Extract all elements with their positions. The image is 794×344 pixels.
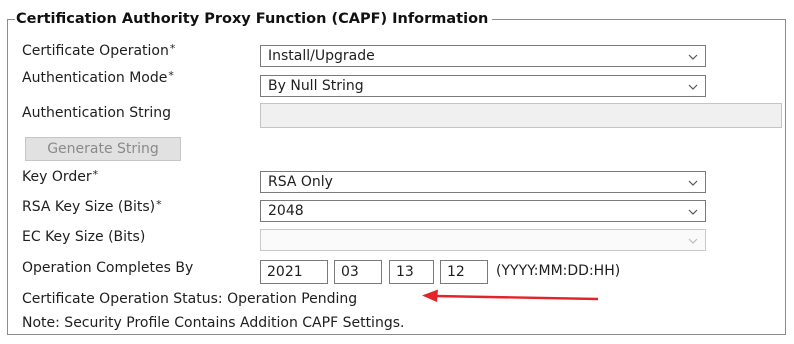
chevron-down-icon bbox=[686, 172, 700, 192]
auth-mode-label: Authentication Mode* bbox=[22, 69, 174, 86]
auth-mode-select[interactable]: By Null String bbox=[260, 75, 706, 97]
key-order-value: RSA Only bbox=[268, 174, 333, 190]
operation-completes-label: Operation Completes By bbox=[22, 260, 194, 276]
rsa-key-size-label: RSA Key Size (Bits)* bbox=[22, 198, 162, 215]
required-mark: * bbox=[168, 69, 174, 82]
key-order-label: Key Order* bbox=[22, 168, 99, 185]
hour-input[interactable]: 12 bbox=[440, 260, 488, 284]
cert-operation-label: Certificate Operation* bbox=[22, 42, 176, 59]
section-title: Certification Authority Proxy Function (… bbox=[15, 9, 493, 29]
auth-string-input[interactable] bbox=[260, 103, 782, 128]
chevron-down-icon bbox=[686, 76, 700, 96]
rsa-key-size-value: 2048 bbox=[268, 203, 304, 219]
month-input[interactable]: 03 bbox=[334, 260, 382, 284]
chevron-down-icon bbox=[686, 230, 700, 250]
year-input[interactable]: 2021 bbox=[260, 260, 328, 284]
cert-operation-status: Certificate Operation Status: Operation … bbox=[22, 290, 357, 308]
cert-operation-value: Install/Upgrade bbox=[268, 48, 375, 64]
security-profile-note: Note: Security Profile Contains Addition… bbox=[22, 315, 405, 331]
status-value: Operation Pending bbox=[227, 291, 358, 307]
ec-key-size-select[interactable] bbox=[260, 229, 706, 251]
chevron-down-icon bbox=[686, 201, 700, 221]
arrow-left-icon bbox=[422, 289, 599, 302]
required-mark: * bbox=[156, 198, 162, 211]
auth-mode-value: By Null String bbox=[268, 78, 364, 94]
required-mark: * bbox=[169, 42, 176, 55]
generate-string-button[interactable]: Generate String bbox=[25, 137, 181, 161]
ec-key-size-label: EC Key Size (Bits) bbox=[22, 229, 146, 245]
status-label: Certificate Operation Status: bbox=[22, 291, 223, 307]
cert-operation-select[interactable]: Install/Upgrade bbox=[260, 45, 706, 67]
required-mark: * bbox=[92, 168, 99, 181]
rsa-key-size-select[interactable]: 2048 bbox=[260, 200, 706, 222]
day-input[interactable]: 13 bbox=[389, 260, 434, 284]
key-order-select[interactable]: RSA Only bbox=[260, 171, 706, 193]
date-format-hint: (YYYY:MM:DD:HH) bbox=[496, 263, 621, 279]
auth-string-label: Authentication String bbox=[22, 105, 172, 121]
chevron-down-icon bbox=[686, 46, 700, 66]
